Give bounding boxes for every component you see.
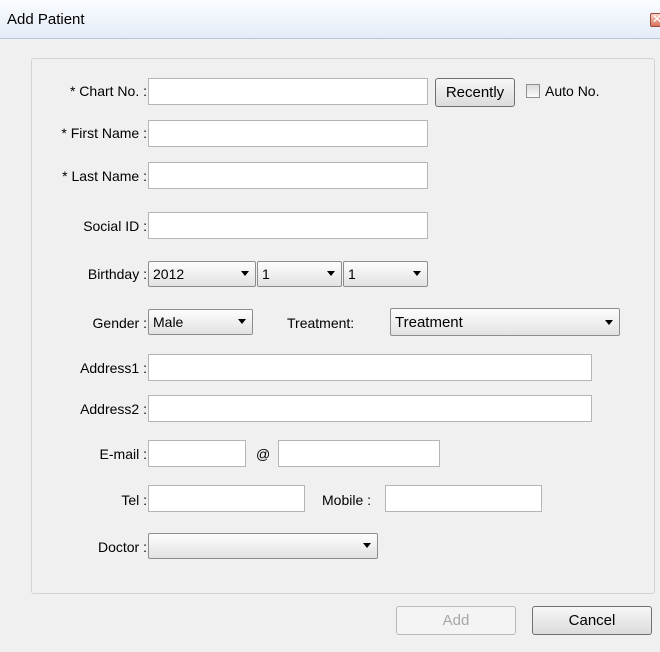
last-name-input[interactable] — [148, 162, 428, 189]
address1-input[interactable] — [148, 354, 592, 381]
gender-label: Gender : — [92, 315, 147, 331]
chevron-down-icon — [605, 320, 613, 325]
birthday-month-select[interactable]: 1 — [257, 261, 342, 287]
chart-no-label: * Chart No. : — [69, 83, 147, 99]
auto-no-label: Auto No. — [545, 83, 600, 99]
address2-input[interactable] — [148, 395, 592, 422]
birthday-day-select[interactable]: 1 — [343, 261, 428, 287]
chevron-down-icon — [413, 271, 421, 276]
address1-label: Address1 : — [80, 360, 147, 376]
window-title: Add Patient — [7, 11, 85, 28]
cancel-button[interactable]: Cancel — [532, 606, 652, 635]
birthday-label: Birthday : — [87, 266, 147, 282]
social-id-input[interactable] — [148, 212, 428, 239]
doctor-select[interactable] — [148, 533, 378, 559]
last-name-label: * Last Name : — [62, 168, 147, 184]
birthday-year-value: 2012 — [153, 266, 185, 282]
tel-input[interactable] — [148, 485, 305, 512]
doctor-label: Doctor : — [97, 539, 147, 555]
birthday-year-select[interactable]: 2012 — [148, 261, 256, 287]
email-domain-input[interactable] — [278, 440, 440, 467]
treatment-select[interactable]: Treatment — [390, 308, 620, 336]
chevron-down-icon — [238, 319, 246, 324]
title-bar: Add Patient ✕ — [0, 0, 660, 39]
email-user-input[interactable] — [148, 440, 246, 467]
gender-value: Male — [153, 314, 184, 330]
treatment-value: Treatment — [395, 314, 463, 331]
chevron-down-icon — [363, 543, 371, 548]
at-sign: @ — [256, 446, 271, 462]
mobile-label: Mobile : — [322, 492, 372, 508]
tel-label: Tel : — [121, 492, 147, 508]
chevron-down-icon — [241, 271, 249, 276]
chart-no-input[interactable] — [148, 78, 428, 105]
auto-no-checkbox[interactable] — [526, 84, 540, 98]
mobile-input[interactable] — [385, 485, 542, 512]
social-id-label: Social ID : — [83, 218, 147, 234]
email-label: E-mail : — [99, 446, 147, 462]
close-button[interactable]: ✕ — [650, 12, 660, 27]
gender-select[interactable]: Male — [148, 309, 253, 335]
add-button[interactable]: Add — [396, 606, 516, 635]
first-name-label: * First Name : — [61, 125, 147, 141]
birthday-month-value: 1 — [262, 266, 270, 282]
first-name-input[interactable] — [148, 120, 428, 147]
treatment-label: Treatment: — [287, 315, 355, 331]
birthday-day-value: 1 — [348, 266, 356, 282]
close-icon: ✕ — [652, 12, 660, 26]
recently-button[interactable]: Recently — [435, 78, 515, 107]
chevron-down-icon — [327, 271, 335, 276]
address2-label: Address2 : — [80, 401, 147, 417]
